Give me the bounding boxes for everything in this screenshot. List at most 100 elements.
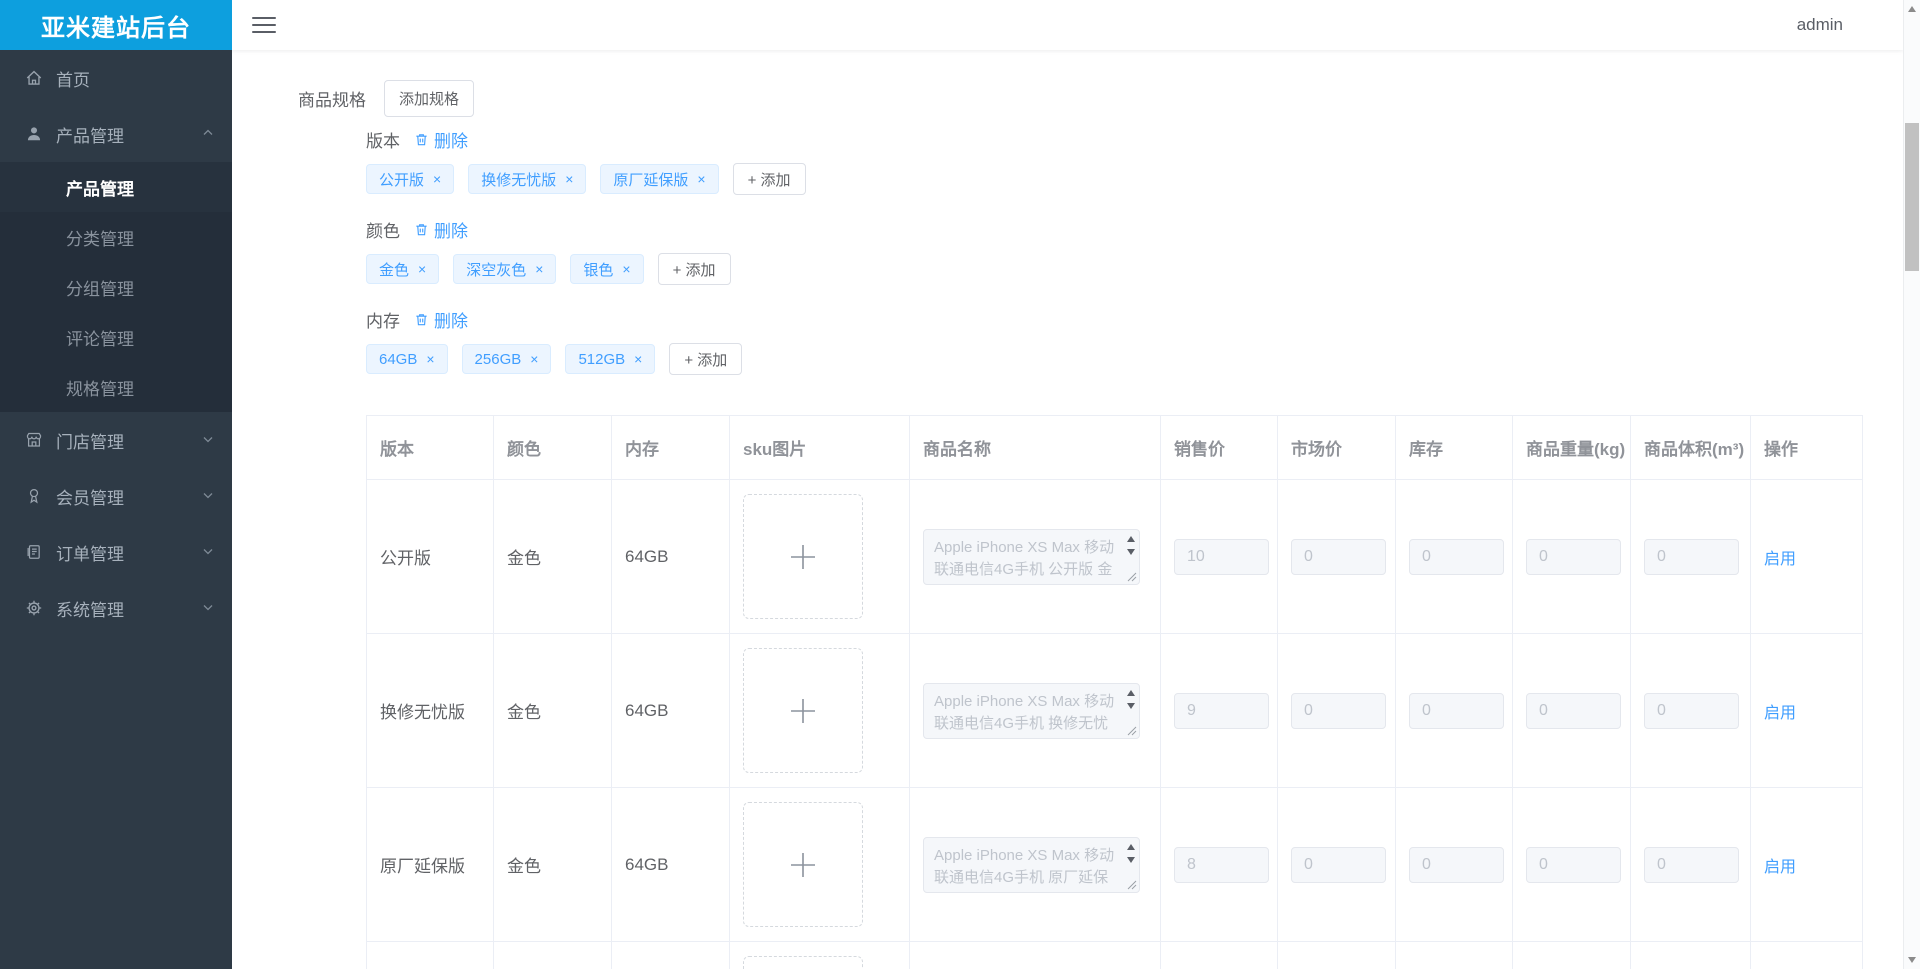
spec-value-tag: 64GB × <box>366 344 448 374</box>
trash-icon <box>416 133 427 145</box>
sidebar-subitem-spec-management[interactable]: 规格管理 <box>0 362 232 412</box>
resize-grip-icon[interactable] <box>1127 880 1137 890</box>
product-submenu: 产品管理 分类管理 分组管理 评论管理 规格管理 <box>0 162 232 412</box>
page-scrollbar[interactable] <box>1903 0 1920 969</box>
market-price-input[interactable] <box>1291 692 1386 729</box>
cell-memory: 64GB <box>611 479 730 634</box>
sidebar-item-order-management[interactable]: 订单管理 <box>0 524 232 580</box>
product-name-text: Apple iPhone XS Max 移动联通电信4G手机 原厂延保 <box>934 846 1115 887</box>
sidebar-item-store-management[interactable]: 门店管理 <box>0 412 232 468</box>
tag-close-icon[interactable]: × <box>530 352 538 366</box>
column-header: 内存 <box>611 415 730 480</box>
add-spec-value-button[interactable]: + 添加 <box>657 253 731 285</box>
product-name-textarea[interactable]: Apple iPhone XS Max 移动联通电信4G手机 原厂延保 <box>923 836 1140 893</box>
submenu-item-label: 分组管理 <box>66 279 134 299</box>
main-content: 商品规格 添加规格 版本 删除 公开版 × 换修无忧版 × 原厂延保版 × + … <box>232 50 1903 969</box>
volume-input[interactable] <box>1644 538 1739 575</box>
scrollbar-up-arrow-icon[interactable] <box>1908 6 1916 12</box>
resize-grip-icon[interactable] <box>1127 726 1137 736</box>
tag-close-icon[interactable]: × <box>433 172 441 186</box>
delete-label: 删除 <box>434 131 468 151</box>
sidebar-item-system-management[interactable]: 系统管理 <box>0 580 232 636</box>
stock-input[interactable] <box>1409 538 1504 575</box>
stock-input[interactable] <box>1409 846 1504 883</box>
tag-label: 原厂延保版 <box>613 171 689 189</box>
sidebar-subitem-category-management[interactable]: 分类管理 <box>0 212 232 262</box>
sku-image-upload[interactable] <box>743 802 863 927</box>
tag-close-icon[interactable]: × <box>418 262 426 276</box>
scroll-up-icon[interactable] <box>1127 689 1135 696</box>
scroll-up-icon[interactable] <box>1127 843 1135 850</box>
enable-link[interactable]: 启用 <box>1764 859 1796 876</box>
scrollbar-thumb[interactable] <box>1905 123 1919 271</box>
market-price-input[interactable] <box>1291 538 1386 575</box>
sidebar-subitem-product-management[interactable]: 产品管理 <box>0 162 232 212</box>
sidebar-item-label: 会员管理 <box>56 488 124 508</box>
sku-row-partial <box>366 941 1863 969</box>
enable-link[interactable]: 启用 <box>1764 705 1796 722</box>
add-spec-value-button[interactable]: + 添加 <box>669 343 743 375</box>
sku-row: 公开版 金色 64GB Apple iPhone XS Max 移动联通电信4G… <box>366 479 1863 634</box>
scroll-down-icon[interactable] <box>1127 702 1135 709</box>
sidebar-item-home[interactable]: 首页 <box>0 50 232 106</box>
sale-price-input[interactable] <box>1174 538 1269 575</box>
column-header: 商品名称 <box>909 415 1161 480</box>
tag-close-icon[interactable]: × <box>535 262 543 276</box>
sidebar-subitem-group-management[interactable]: 分组管理 <box>0 262 232 312</box>
delete-spec-group-link[interactable]: 删除 <box>414 127 468 152</box>
volume-input[interactable] <box>1644 846 1739 883</box>
weight-input[interactable] <box>1526 846 1621 883</box>
tag-close-icon[interactable]: × <box>565 172 573 186</box>
resize-grip-icon[interactable] <box>1127 572 1137 582</box>
scroll-up-icon[interactable] <box>1127 535 1135 542</box>
scrollbar-down-arrow-icon[interactable] <box>1908 957 1916 963</box>
sidebar-item-product-management[interactable]: 产品管理 <box>0 106 232 162</box>
cell-color: 金色 <box>493 633 612 788</box>
weight-input[interactable] <box>1526 692 1621 729</box>
page-title: 商品规格 <box>298 91 366 110</box>
textarea-scrollbar[interactable] <box>1123 685 1138 737</box>
tag-close-icon[interactable]: × <box>634 352 642 366</box>
volume-input[interactable] <box>1644 692 1739 729</box>
tag-close-icon[interactable]: × <box>426 352 434 366</box>
delete-spec-group-link[interactable]: 删除 <box>414 217 468 242</box>
product-name-textarea[interactable]: Apple iPhone XS Max 移动联通电信4G手机 换修无忧 <box>923 682 1140 739</box>
tag-close-icon[interactable]: × <box>622 262 630 276</box>
hamburger-menu-icon[interactable] <box>252 12 276 38</box>
textarea-scrollbar[interactable] <box>1123 531 1138 583</box>
sidebar-subitem-comment-management[interactable]: 评论管理 <box>0 312 232 362</box>
stock-input[interactable] <box>1409 692 1504 729</box>
spec-value-tag: 深空灰色 × <box>453 254 557 284</box>
textarea-scrollbar[interactable] <box>1123 839 1138 891</box>
sku-image-upload[interactable] <box>743 494 863 619</box>
sale-price-input[interactable] <box>1174 846 1269 883</box>
delete-label: 删除 <box>434 221 468 241</box>
add-spec-button[interactable]: 添加规格 <box>384 80 475 117</box>
home-icon <box>24 68 44 88</box>
tag-close-icon[interactable]: × <box>697 172 705 186</box>
enable-link[interactable]: 启用 <box>1764 551 1796 568</box>
spec-value-tag: 换修无忧版 × <box>468 164 587 194</box>
sale-price-input[interactable] <box>1174 692 1269 729</box>
column-header: 市场价 <box>1277 415 1396 480</box>
spec-value-tag: 256GB × <box>461 344 552 374</box>
topbar: admin <box>232 0 1903 50</box>
submenu-item-label: 产品管理 <box>66 179 134 199</box>
sku-image-upload[interactable] <box>743 956 863 969</box>
weight-input[interactable] <box>1526 538 1621 575</box>
scroll-down-icon[interactable] <box>1127 856 1135 863</box>
plus-icon <box>791 544 815 569</box>
chevron-down-icon <box>202 430 214 450</box>
chevron-down-icon <box>202 486 214 506</box>
delete-spec-group-link[interactable]: 删除 <box>414 307 468 332</box>
market-price-input[interactable] <box>1291 846 1386 883</box>
scroll-down-icon[interactable] <box>1127 548 1135 555</box>
product-name-textarea[interactable]: Apple iPhone XS Max 移动联通电信4G手机 公开版 金 <box>923 528 1140 585</box>
tag-label: 深空灰色 <box>466 261 527 279</box>
sku-image-upload[interactable] <box>743 648 863 773</box>
tag-label: 256GB <box>474 350 522 368</box>
sidebar-item-member-management[interactable]: 会员管理 <box>0 468 232 524</box>
add-spec-value-button[interactable]: + 添加 <box>732 163 806 195</box>
user-menu[interactable]: admin <box>1797 15 1843 35</box>
sku-row: 原厂延保版 金色 64GB Apple iPhone XS Max 移动联通电信… <box>366 787 1863 942</box>
